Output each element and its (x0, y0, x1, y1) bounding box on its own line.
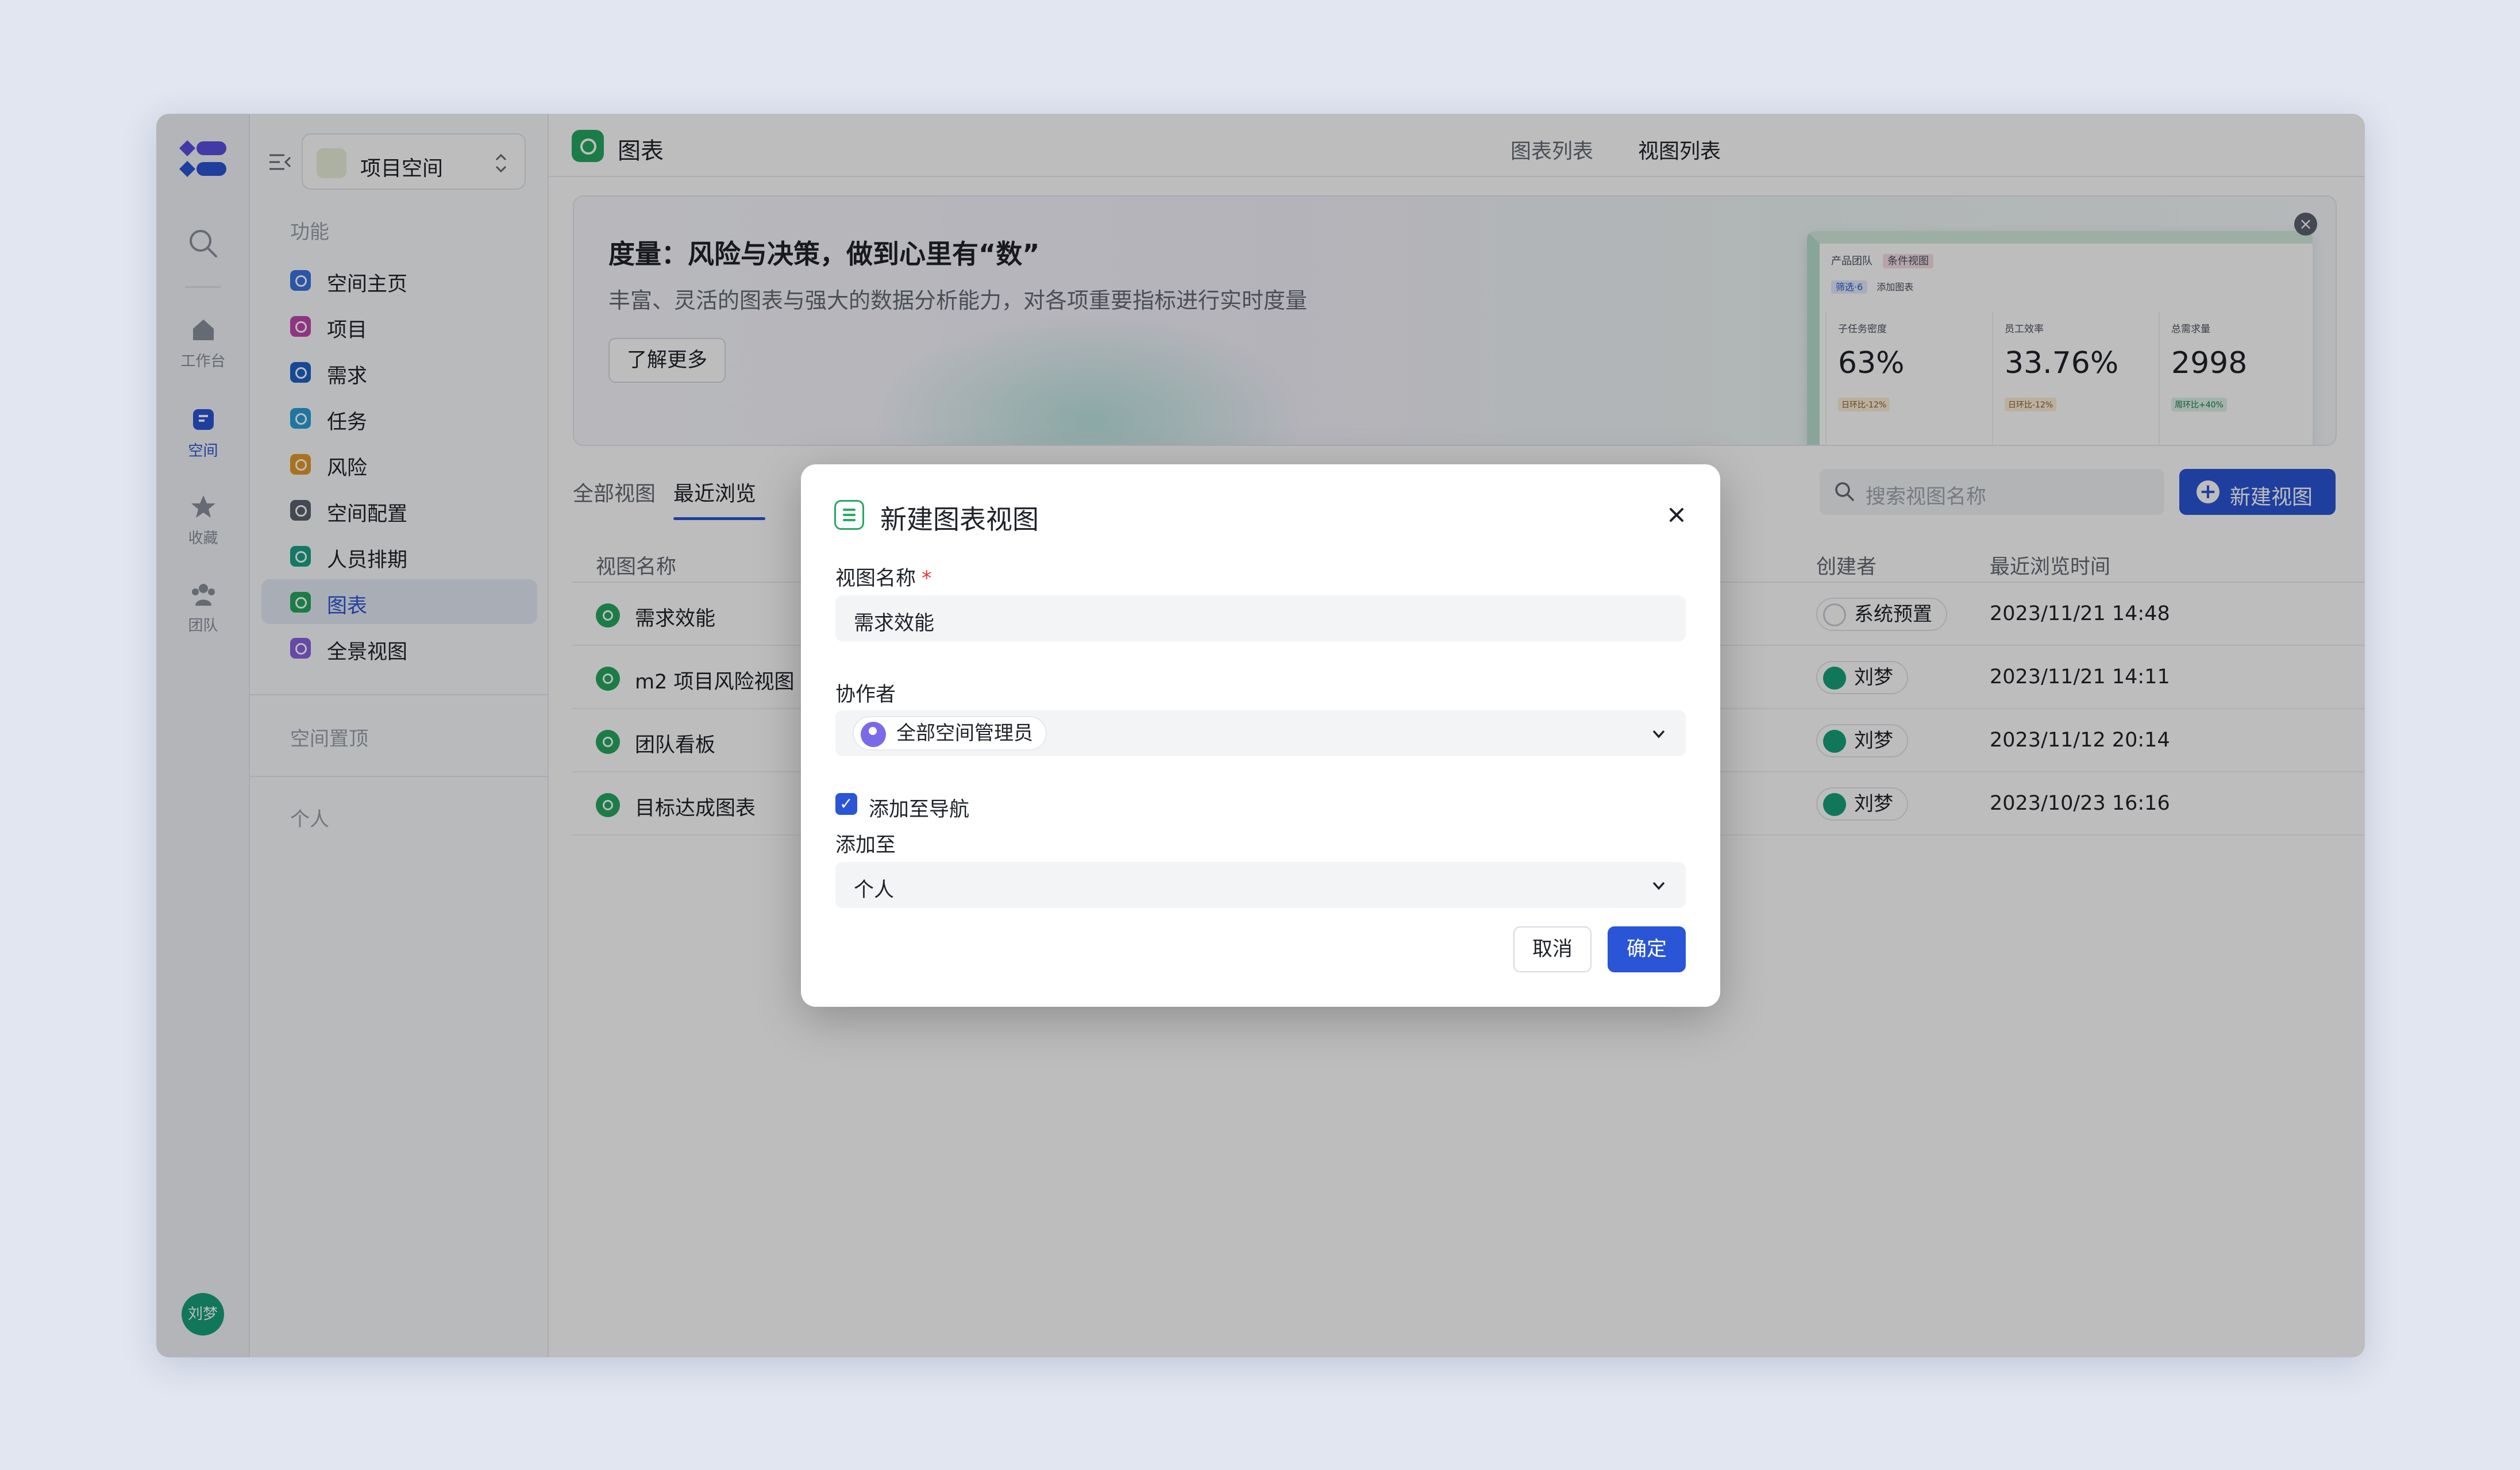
view-name-label: 视图名称 * (835, 567, 932, 590)
new-chart-view-dialog: 新建图表视图 视图名称 * 需求效能 协作者 全部空间管理员 ✓ 添加至导航 添加… (801, 464, 1720, 1007)
close-icon[interactable] (1663, 501, 1690, 529)
add-to-nav-checkbox[interactable]: ✓ (835, 793, 857, 815)
collaborator-select[interactable]: 全部空间管理员 (835, 710, 1686, 756)
chevron-down-icon (1652, 882, 1665, 890)
collaborator-label: 协作者 (835, 683, 896, 706)
add-to-select[interactable]: 个人 (835, 862, 1686, 908)
dialog-title: 新建图表视图 (880, 504, 1039, 535)
cancel-button[interactable]: 取消 (1513, 926, 1592, 972)
add-to-label: 添加至 (835, 834, 896, 857)
list-icon (834, 500, 864, 530)
collaborator-tag[interactable]: 全部空间管理员 (853, 716, 1047, 751)
add-to-nav-label: 添加至导航 (869, 798, 970, 821)
group-avatar-icon (861, 722, 886, 747)
required-mark: * (922, 567, 932, 590)
chevron-down-icon (1652, 730, 1665, 738)
confirm-button[interactable]: 确定 (1608, 926, 1686, 972)
view-name-input[interactable]: 需求效能 (835, 595, 1686, 641)
